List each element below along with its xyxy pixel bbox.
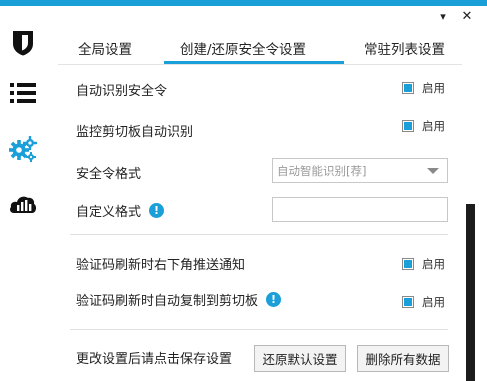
gears-icon	[9, 136, 37, 162]
checkbox-box	[402, 120, 414, 132]
format-select[interactable]: 自动智能识别[荐]	[272, 158, 448, 183]
save-hint: 更改设置后请点击保存设置	[76, 352, 233, 367]
restore-defaults-button[interactable]: 还原默认设置	[254, 345, 346, 372]
checkbox-box	[402, 296, 414, 308]
close-button[interactable]: ✕	[459, 8, 475, 24]
close-icon: ✕	[461, 8, 473, 24]
clipboard-detect-checkbox[interactable]: 启用	[402, 118, 445, 134]
cloud-chart-icon	[9, 192, 37, 214]
checkbox-label: 启用	[422, 257, 445, 271]
section-divider	[70, 234, 448, 235]
format-label: 安全令格式	[76, 167, 142, 182]
checkbox-label: 启用	[422, 295, 445, 309]
refresh-notify-checkbox[interactable]: 启用	[402, 256, 445, 272]
top-accent-bar	[0, 0, 487, 6]
tab-global-settings[interactable]: 全局设置	[78, 38, 132, 58]
minimize-icon: ▾	[440, 9, 446, 23]
list-icon	[10, 83, 36, 103]
custom-format-row: 自定义格式 !	[76, 201, 165, 220]
checkbox-label: 启用	[422, 119, 445, 133]
tab-create-restore-settings[interactable]: 创建/还原安全令设置	[180, 38, 306, 58]
refresh-copy-row: 验证码刷新时自动复制到剪切板 !	[76, 290, 282, 309]
checkbox-box	[402, 82, 414, 94]
custom-format-input[interactable]	[272, 197, 448, 222]
refresh-notify-label: 验证码刷新时右下角推送通知	[76, 258, 246, 273]
sidebar-item-cloud[interactable]	[8, 188, 38, 218]
checkbox-box	[402, 258, 414, 270]
settings-panel: 自动识别安全令 启用 监控剪切板自动识别 启用 安全令格式 自动智能识别[荐] …	[70, 66, 450, 381]
sidebar-item-settings[interactable]	[8, 134, 38, 164]
info-icon[interactable]: !	[149, 203, 165, 218]
refresh-copy-checkbox[interactable]: 启用	[402, 294, 445, 310]
chevron-down-icon	[427, 167, 439, 174]
clipboard-detect-label: 监控剪切板自动识别	[76, 125, 194, 140]
sidebar-item-list[interactable]	[8, 78, 38, 108]
checkbox-label: 启用	[422, 81, 445, 95]
scrollbar-thumb[interactable]	[466, 204, 475, 381]
info-icon[interactable]: !	[266, 292, 282, 307]
tab-divider	[58, 64, 462, 65]
format-select-value: 自动智能识别[荐]	[277, 163, 367, 178]
auto-detect-checkbox[interactable]: 启用	[402, 80, 445, 96]
delete-all-data-button[interactable]: 删除所有数据	[357, 345, 449, 372]
footer-divider	[70, 329, 448, 330]
auto-detect-label: 自动识别安全令	[76, 84, 168, 99]
shield-icon	[12, 30, 34, 56]
minimize-button[interactable]: ▾	[435, 8, 451, 24]
sidebar-item-security[interactable]	[8, 28, 38, 58]
tab-resident-list-settings[interactable]: 常驻列表设置	[364, 38, 445, 58]
tab-bar: 全局设置 创建/还原安全令设置 常驻列表设置	[58, 30, 466, 64]
refresh-copy-label: 验证码刷新时自动复制到剪切板	[76, 294, 259, 309]
sidebar	[0, 6, 50, 381]
custom-format-label: 自定义格式	[76, 205, 142, 220]
